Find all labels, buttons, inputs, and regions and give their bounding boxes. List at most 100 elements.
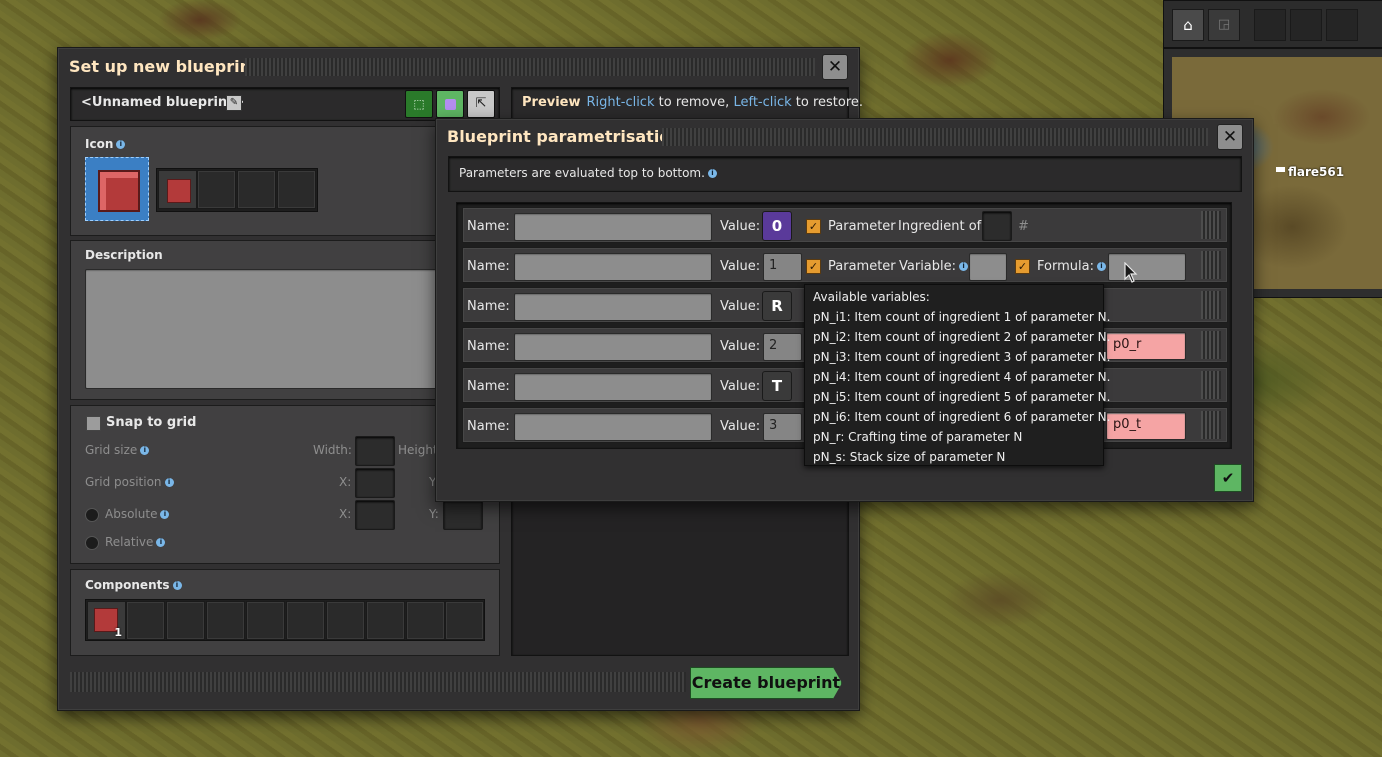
formula-input[interactable]: p0_r	[1106, 332, 1186, 360]
parameter-signal-value[interactable]: 0	[762, 211, 792, 241]
parameter-signal-value[interactable]: T	[762, 371, 792, 401]
components-slots-row: 1	[85, 599, 485, 641]
formula-checkbox[interactable]: ✓	[1015, 259, 1030, 274]
row-drag-handle[interactable]	[1201, 211, 1221, 239]
create-blueprint-button[interactable]: Create blueprint	[690, 667, 842, 699]
parameter-name-input[interactable]	[514, 413, 712, 441]
row-drag-handle[interactable]	[1201, 291, 1221, 319]
grid-position-x-input[interactable]	[355, 468, 395, 498]
parameter-name-input[interactable]	[514, 333, 712, 361]
parameter-label: Parameter	[828, 259, 896, 274]
name-label: Name:	[467, 339, 510, 354]
icon-slot[interactable]	[277, 170, 316, 209]
ingredient-of-slot[interactable]	[982, 211, 1012, 241]
parameter-number-value[interactable]: 1	[763, 253, 802, 281]
parameter-name-input[interactable]	[514, 253, 712, 281]
parameter-name-input[interactable]	[514, 293, 712, 321]
variable-input[interactable]	[969, 253, 1007, 281]
window-drag-handle[interactable]	[245, 58, 815, 76]
absolute-radio[interactable]	[85, 508, 99, 522]
row-drag-handle[interactable]	[1201, 371, 1221, 399]
dialog-note: Parameters are evaluated top to bottom. i	[459, 166, 717, 180]
component-slot[interactable]	[246, 601, 285, 640]
row-drag-handle[interactable]	[1201, 331, 1221, 359]
absolute-x-input[interactable]	[355, 500, 395, 530]
component-slot[interactable]	[126, 601, 165, 640]
parameter-number-value[interactable]: 3	[763, 413, 802, 441]
parameter-name-input[interactable]	[514, 213, 712, 241]
close-icon[interactable]: ✕	[1217, 124, 1243, 150]
info-icon[interactable]: i	[164, 478, 174, 487]
restore-text: to restore.	[791, 95, 864, 110]
height-label: Height	[398, 443, 438, 457]
description-textarea[interactable]	[85, 269, 447, 389]
width-label: Width:	[313, 443, 352, 457]
tooltip-line: pN_i4: Item count of ingredient 4 of par…	[813, 370, 1111, 384]
name-label: Name:	[467, 219, 510, 234]
preview-label: Preview	[522, 95, 581, 110]
tooltip-line: Available variables:	[813, 290, 930, 304]
graduation-cap-icon[interactable]: ⌂	[1172, 9, 1204, 41]
parameter-checkbox[interactable]: ✓	[806, 219, 821, 234]
icon-slot[interactable]	[237, 170, 276, 209]
tooltip-line: pN_i6: Item count of ingredient 6 of par…	[813, 410, 1111, 424]
info-icon[interactable]: i	[160, 510, 170, 519]
parameter-signal-value[interactable]: R	[762, 291, 792, 321]
parameter-checkbox[interactable]: ✓	[806, 259, 821, 274]
formula-input[interactable]	[1108, 253, 1186, 281]
dialog-drag-handle[interactable]	[662, 128, 1208, 146]
component-slot[interactable]: 1	[87, 601, 126, 640]
relative-radio[interactable]	[85, 536, 99, 550]
parameter-name-input[interactable]	[514, 373, 712, 401]
available-variables-tooltip: Available variables: pN_i1: Item count o…	[804, 284, 1111, 466]
value-label: Value:	[720, 339, 761, 354]
toolbar-slot[interactable]	[1290, 9, 1322, 41]
tooltip-line: pN_s: Stack size of parameter N	[813, 450, 1006, 464]
component-slot[interactable]	[445, 601, 484, 640]
select-area-icon[interactable]: ⬚	[405, 90, 433, 118]
parametrise-icon[interactable]	[436, 90, 464, 118]
component-slot[interactable]	[286, 601, 325, 640]
icon-slot[interactable]	[197, 170, 236, 209]
mouse-cursor-icon	[1124, 262, 1138, 283]
component-slot[interactable]	[406, 601, 445, 640]
toolbar-slot[interactable]	[1254, 9, 1286, 41]
info-icon[interactable]: i	[140, 446, 150, 455]
signal-icon[interactable]: ◲	[1208, 9, 1240, 41]
component-slot[interactable]	[326, 601, 365, 640]
info-icon[interactable]: i	[172, 581, 182, 590]
absolute-y-input[interactable]	[443, 500, 483, 530]
player-marker	[1276, 167, 1285, 172]
info-icon[interactable]: i	[116, 140, 126, 149]
remove-text: to remove,	[654, 95, 734, 110]
preview-hint: Preview Right-click to remove, Left-click…	[522, 95, 863, 110]
selected-icon-slot[interactable]	[85, 157, 149, 221]
info-icon[interactable]: i	[959, 262, 969, 271]
component-slot[interactable]	[166, 601, 205, 640]
tooltip-line: pN_i3: Item count of ingredient 3 of par…	[813, 350, 1111, 364]
toolbar-slot[interactable]	[1326, 9, 1358, 41]
component-slot[interactable]	[206, 601, 245, 640]
absolute-label: Absolute i	[105, 507, 170, 521]
rename-pencil-icon[interactable]: ✎	[226, 95, 242, 111]
preview-area[interactable]	[511, 497, 849, 656]
info-icon[interactable]: i	[156, 538, 166, 547]
blueprint-name: <Unnamed blueprint>	[81, 95, 245, 110]
confirm-checkmark-button[interactable]: ✔	[1214, 464, 1242, 492]
formula-input[interactable]: p0_t	[1106, 412, 1186, 440]
info-icon[interactable]: i	[1096, 262, 1106, 271]
row-drag-handle[interactable]	[1201, 251, 1221, 279]
value-label: Value:	[720, 419, 761, 434]
parameter-number-value[interactable]: 2	[763, 333, 802, 361]
export-string-icon[interactable]: ⇱	[467, 90, 495, 118]
row-drag-handle[interactable]	[1201, 411, 1221, 439]
x-label: X:	[339, 507, 352, 521]
icon-slot[interactable]	[158, 170, 197, 209]
component-slot[interactable]	[366, 601, 405, 640]
parameter-label: Parameter	[828, 219, 896, 234]
info-icon[interactable]: i	[707, 169, 717, 178]
snap-to-grid-checkbox[interactable]	[86, 416, 101, 431]
close-icon[interactable]: ✕	[822, 54, 848, 80]
name-label: Name:	[467, 259, 510, 274]
grid-width-input[interactable]	[355, 436, 395, 466]
